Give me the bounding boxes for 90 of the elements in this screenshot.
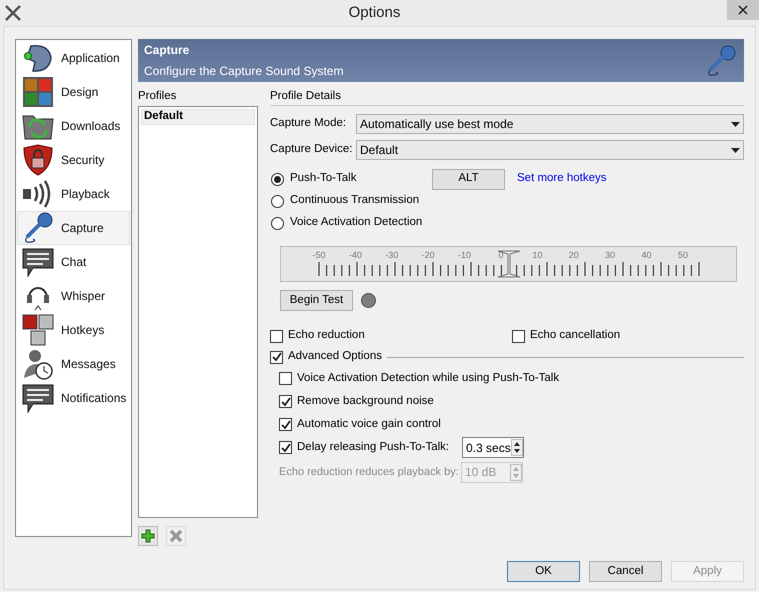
sidebar-label: Messages [61,356,116,373]
sidebar-label: Whisper [61,288,106,305]
color-grid-icon [21,76,55,108]
scale-label: 40 [640,249,653,262]
slider-thumb[interactable] [497,250,521,278]
dialog-button[interactable]: Cancel [589,561,662,582]
profile-item[interactable]: Default [141,109,255,125]
checkbox[interactable] [270,330,283,342]
plus-icon [141,529,155,543]
sidebar-label: Application [61,50,120,67]
sidebar-item[interactable]: Whisper [17,279,130,313]
field-label: Capture Device: [270,142,354,158]
sidebar-item[interactable]: Downloads [17,109,130,143]
hotkey-button[interactable]: ALT [432,168,505,190]
spinner-arrows-icon [510,464,522,480]
checkbox-label: Echo reduction [288,328,365,344]
chat-bubble-icon [21,246,55,278]
checkmark-icon [280,396,290,406]
begin-test-button[interactable]: Begin Test [280,290,353,311]
sidebar-label: Design [61,84,98,101]
checkbox[interactable] [279,395,292,408]
checkbox-label: Remove background noise [297,394,434,409]
sidebar-label: Downloads [61,118,120,135]
checkbox-label: Voice Activation Detection while using Push-To-Talk [297,370,560,386]
spin-field[interactable]: 0.3 secs [462,437,524,458]
sidebar-label: Notifications [61,390,126,407]
checkmark-icon [272,352,282,362]
sidebar-label: Security [61,152,104,169]
add-profile-button[interactable] [138,526,158,546]
section-title: Profile Details [270,89,342,104]
sidebar-item[interactable]: Playback [17,177,130,211]
sidebar-item[interactable]: Security [17,143,130,177]
sidebar-item[interactable]: Messages [17,347,130,381]
checkbox[interactable] [279,372,292,385]
radio-button[interactable] [271,216,284,230]
spinner-arrows-icon [511,439,523,456]
dialog-button[interactable]: OK [507,561,580,582]
sidebar-item[interactable]: Hotkeys [17,313,130,347]
radio-label: Voice Activation Detection [290,215,422,230]
checkbox-label: Echo cancellation [530,328,620,344]
sidebar-label: Playback [61,186,110,203]
caret-icon [731,122,740,126]
checkbox[interactable] [279,418,292,431]
sidebar-item[interactable]: Chat [17,245,130,279]
sidebar-item[interactable]: Design [17,75,130,109]
checkbox[interactable] [512,330,525,342]
keys-icon [21,314,55,346]
sidebar-label: Chat [61,254,86,271]
caret-icon [731,148,740,152]
dropdown[interactable]: Default [356,140,744,160]
delete-icon [169,529,183,543]
checkbox-label: Automatic voice gain control [297,416,441,432]
radio-button[interactable] [271,194,284,208]
sidebar-item[interactable]: Application [17,41,130,75]
status-led [361,293,376,308]
group-label: Advanced Options [288,349,382,364]
radio-label: Push-To-Talk [290,171,358,186]
radio-label: Continuous Transmission [290,193,420,208]
header-subtitle: Configure the Capture Sound System [144,63,344,80]
scale-label: 20 [568,249,580,262]
checkbox-label: Delay releasing Push-To-Talk: [297,440,450,455]
sidebar-item[interactable]: Notifications [17,381,130,415]
radio-button[interactable] [271,172,284,186]
close-icon [738,5,748,15]
scale-label: -50 [311,249,326,262]
sidebar-label: Capture [61,220,104,237]
scale-label: 50 [676,249,689,262]
scale-label: -30 [384,249,400,262]
scale-label: -40 [348,249,363,262]
lock-shield-icon [21,144,55,176]
profiles-label: Profiles [138,89,178,104]
scale-label: 10 [531,249,544,262]
field-label: Echo reduction reduces playback by: [279,464,460,480]
sidebar-item[interactable]: Capture [17,211,130,245]
header-title: Capture [144,42,190,59]
person-clock-icon [21,348,55,380]
chat-bubble-icon [21,382,55,414]
checkmark-icon [280,442,290,452]
sidebar-label: Hotkeys [61,322,104,339]
close-button[interactable] [727,0,759,20]
scale-label: -10 [457,249,472,262]
checkbox[interactable] [270,350,283,364]
scale-label: -20 [420,249,436,262]
more-hotkeys-link[interactable]: Set more hotkeys [517,170,606,188]
scale-label: 30 [604,249,616,262]
window-title: Options [348,2,402,23]
checkmark-icon [280,420,290,430]
dropdown[interactable]: Automatically use best mode [356,114,744,134]
field-label: Capture Mode: [270,116,348,132]
checkbox[interactable] [279,441,292,454]
